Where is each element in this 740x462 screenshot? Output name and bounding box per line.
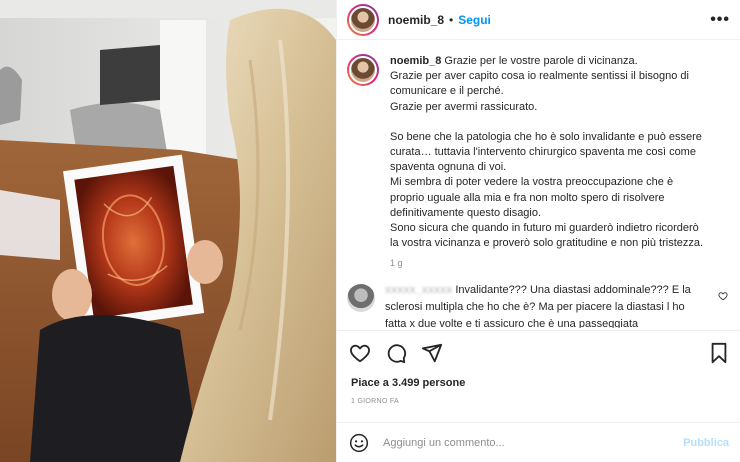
post-header: noemib_8 • Segui ••• <box>337 0 740 40</box>
caption-line: Mi sembra di poter vedere la vostra preo… <box>390 176 674 189</box>
caption-line: la vostra vicinanza e proverò solo grati… <box>390 237 704 250</box>
comment-icon[interactable] <box>385 342 407 364</box>
comment-line: Invalidante??? Una diastasi addominale??… <box>455 284 691 296</box>
caption-avatar[interactable] <box>347 54 379 86</box>
post-caption: noemib_8 Grazie per le vostre parole di … <box>337 40 740 278</box>
post-date[interactable]: 1 GIORNO FA <box>337 389 740 405</box>
separator-dot: • <box>449 12 454 27</box>
comment-line: sclerosi multipla che ho che è? Ma per p… <box>385 301 685 313</box>
caption-line: Sono sicura che quando in futuro mi guar… <box>390 222 699 235</box>
caption-line: curata… tuttavia l'intervento chirurgico… <box>390 146 696 159</box>
share-icon[interactable] <box>421 342 443 364</box>
caption-line: comunicare e il perché. <box>390 85 504 98</box>
emoji-icon[interactable] <box>349 433 369 453</box>
caption-line: spaventa ognuna di voi. <box>390 161 507 174</box>
comment-line: fatta x due volte e ti assicuro che è un… <box>385 318 639 328</box>
comment-text: xxxxx_xxxxx Invalidante??? Una diastasi … <box>385 282 715 328</box>
commenter-username[interactable]: xxxxx_xxxxx <box>385 284 452 296</box>
caption-line: So bene che la patologia che ho è solo i… <box>390 130 702 143</box>
caption-line: proprio uguale alla mia e fra non molto … <box>390 191 665 204</box>
caption-timestamp[interactable]: 1 g <box>390 256 730 271</box>
post-photo <box>0 0 336 462</box>
author-username[interactable]: noemib_8 <box>388 13 444 27</box>
add-comment-input[interactable] <box>383 436 673 449</box>
more-options-icon[interactable]: ••• <box>710 11 730 29</box>
follow-button[interactable]: Segui <box>458 13 491 27</box>
heart-icon[interactable] <box>349 342 371 364</box>
post-actions-section: Piace a 3.499 persone 1 GIORNO FA <box>337 330 740 405</box>
bookmark-icon[interactable] <box>709 342 729 364</box>
author-avatar[interactable] <box>347 3 379 36</box>
caption-text: noemib_8 Grazie per le vostre parole di … <box>390 54 730 278</box>
caption-username[interactable]: noemib_8 <box>390 55 441 67</box>
comment-like-heart-icon[interactable] <box>718 288 728 306</box>
caption-line: definitivamente questo disagio. <box>390 206 542 219</box>
publish-button[interactable]: Pubblica <box>683 437 729 449</box>
action-bar <box>337 331 740 375</box>
likes-count[interactable]: Piace a 3.499 persone <box>337 375 740 389</box>
caption-line: Grazie per avermi rassicurato. <box>390 100 538 113</box>
add-comment-bar: Pubblica <box>337 422 740 462</box>
post-image <box>0 0 336 462</box>
post-side-panel: noemib_8 • Segui ••• noemib_8 Grazie per… <box>336 0 740 462</box>
commenter-avatar[interactable] <box>347 284 375 312</box>
caption-line: Grazie per le vostre parole di vicinanza… <box>444 55 638 67</box>
comment-item: xxxxx_xxxxx Invalidante??? Una diastasi … <box>337 278 740 328</box>
caption-line: Grazie per aver capito cosa io realmente… <box>390 70 689 83</box>
